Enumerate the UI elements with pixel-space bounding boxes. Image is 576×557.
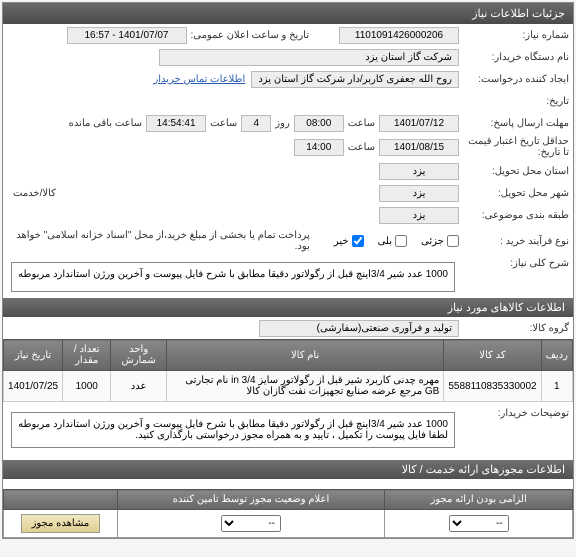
row-deadline: مهلت ارسال پاسخ: 1401/07/12 ساعت 08:00 ر… — [3, 112, 573, 134]
row-need-no: شماره نیاز: 1101091426000206 تاریخ و ساع… — [3, 24, 573, 46]
permits-header-row: الزامی بودن ارائه مجوز اعلام وضعیت مجوز … — [4, 490, 573, 510]
cell-unit: عدد — [111, 371, 167, 402]
value-deadline-date: 1401/07/12 — [379, 115, 459, 132]
permits-row: -- -- مشاهده مجوز — [4, 510, 573, 538]
view-permit-button[interactable]: مشاهده مجوز — [21, 514, 101, 533]
cell-view: مشاهده مجوز — [4, 510, 118, 538]
label-hour-3: ساعت — [348, 142, 375, 153]
desc-text: 1000 عدد شیر 3/4اینچ قبل از رگولاتور دقی… — [11, 262, 455, 292]
checkbox-partial-input[interactable] — [447, 235, 459, 247]
row-city: شهر محل تحویل: یزد کالا/خدمت — [3, 182, 573, 204]
label-hour-2: ساعت — [210, 118, 237, 129]
cell-code: 5588110835330002 — [444, 371, 541, 402]
table-header-row: ردیف کد کالا نام کالا واحد شمارش تعداد /… — [4, 340, 573, 371]
label-day: روز — [275, 118, 290, 129]
th-status: اعلام وضعیت مجوز توسط تامین کننده — [117, 490, 384, 510]
checkbox-no-input[interactable] — [352, 235, 364, 247]
row-requester: ایجاد کننده درخواست: روح الله جعفری کارب… — [3, 68, 573, 90]
checkbox-yes-input[interactable] — [395, 235, 407, 247]
checkbox-yes-label: بلی — [378, 236, 392, 247]
panel-title: جزئیات اطلاعات نیاز — [3, 3, 573, 24]
cell-idx: 1 — [541, 371, 572, 402]
payment-note: پرداخت تمام یا بخشی از مبلغ خرید،از محل … — [15, 230, 310, 252]
label-buyer: نام دستگاه خریدار: — [459, 52, 569, 63]
main-panel: جزئیات اطلاعات نیاز شماره نیاز: 11010914… — [2, 2, 574, 539]
checkbox-no[interactable]: خیر — [334, 235, 364, 247]
label-requester: ایجاد کننده درخواست: — [459, 74, 569, 85]
buyer-notes-text: 1000 عدد شیر 3/4اینچ قبل از رگولاتور دقی… — [11, 412, 455, 448]
row-group: گروه کالا: تولید و فرآوری صنعتی(سفارشی) — [3, 317, 573, 339]
value-need-no: 1101091426000206 — [339, 27, 459, 44]
label-need-no: شماره نیاز: — [459, 30, 569, 41]
value-group: تولید و فرآوری صنعتی(سفارشی) — [259, 320, 459, 337]
value-storage: یزد — [379, 207, 459, 224]
value-requester: روح الله جعفری کاربر/دار شرکت گاز استان … — [251, 71, 459, 88]
th-row: ردیف — [541, 340, 572, 371]
label-validity: حداقل تاریخ اعتبار قیمت تا تاریخ: — [459, 136, 569, 158]
label-remain: ساعت باقی مانده — [69, 118, 142, 129]
value-city: یزد — [379, 185, 459, 202]
checkbox-no-label: خیر — [334, 236, 349, 247]
row-storage: طبقه بندی موضوعی: یزد — [3, 204, 573, 226]
value-validity-date: 1401/08/15 — [379, 139, 459, 156]
row-validity: حداقل تاریخ اعتبار قیمت تا تاریخ: 1401/0… — [3, 134, 573, 160]
label-storage: طبقه بندی موضوعی: — [459, 210, 569, 221]
value-validity-hour: 14:00 — [294, 139, 344, 156]
label-province: استان محل تحویل: — [459, 166, 569, 177]
row-desc: شرح کلی نیاز: 1000 عدد شیر 3/4اینچ قبل ا… — [3, 256, 573, 298]
label-date: تاریخ: — [459, 96, 569, 107]
cell-name: مهره چدنی کاربرد شیر قبل از رگولاتور سای… — [166, 371, 443, 402]
label-buyer-notes: توضیحات خریدار: — [459, 408, 569, 419]
cell-mandatory: -- — [385, 510, 573, 538]
label-city: شهر محل تحویل: — [459, 188, 569, 199]
value-remain: 14:54:41 — [146, 115, 206, 132]
th-date: تاریخ نیاز — [4, 340, 63, 371]
cell-date: 1401/07/25 — [4, 371, 63, 402]
label-deadline: مهلت ارسال پاسخ: — [459, 118, 569, 129]
cell-qty: 1000 — [63, 371, 111, 402]
label-service: کالا/خدمت — [13, 188, 56, 199]
checkbox-partial-label: جزئی — [421, 236, 444, 247]
items-section-title: اطلاعات کالاهای مورد نیاز — [3, 298, 573, 317]
label-hour-1: ساعت — [348, 118, 375, 129]
contact-link[interactable]: اطلاعات تماس خریدار — [153, 74, 245, 85]
label-group: گروه کالا: — [459, 323, 569, 334]
checkbox-yes[interactable]: بلی — [378, 235, 407, 247]
value-province: یزد — [379, 163, 459, 180]
value-days: 4 — [241, 115, 271, 132]
value-deadline-hour: 08:00 — [294, 115, 344, 132]
cell-status: -- — [117, 510, 384, 538]
mandatory-select[interactable]: -- — [449, 515, 509, 532]
table-row: 1 5588110835330002 مهره چدنی کاربرد شیر … — [4, 371, 573, 402]
row-buyer: نام دستگاه خریدار: شرکت گاز استان یزد — [3, 46, 573, 68]
checkbox-partial[interactable]: جزئی — [421, 235, 459, 247]
label-desc: شرح کلی نیاز: — [459, 258, 569, 269]
label-process: نوع فرآیند خرید : — [463, 236, 569, 247]
th-name: نام کالا — [166, 340, 443, 371]
th-code: کد کالا — [444, 340, 541, 371]
th-mandatory: الزامی بودن ارائه مجوز — [385, 490, 573, 510]
row-process: نوع فرآیند خرید : جزئی بلی خیر پرداخت تم… — [3, 226, 573, 256]
value-announce: 1401/07/07 - 16:57 — [67, 27, 187, 44]
th-unit: واحد شمارش — [111, 340, 167, 371]
permits-title: اطلاعات مجوزهای ارائه خدمت / کالا — [3, 460, 573, 479]
th-qty: تعداد / مقدار — [63, 340, 111, 371]
row-province: استان محل تحویل: یزد — [3, 160, 573, 182]
label-announce: تاریخ و ساعت اعلان عمومی: — [191, 30, 310, 41]
status-select[interactable]: -- — [221, 515, 281, 532]
items-table: ردیف کد کالا نام کالا واحد شمارش تعداد /… — [3, 339, 573, 402]
value-buyer: شرکت گاز استان یزد — [159, 49, 459, 66]
row-date: تاریخ: — [3, 90, 573, 112]
permits-table: الزامی بودن ارائه مجوز اعلام وضعیت مجوز … — [3, 489, 573, 538]
row-buyer-notes: توضیحات خریدار: 1000 عدد شیر 3/4اینچ قبل… — [3, 406, 573, 454]
